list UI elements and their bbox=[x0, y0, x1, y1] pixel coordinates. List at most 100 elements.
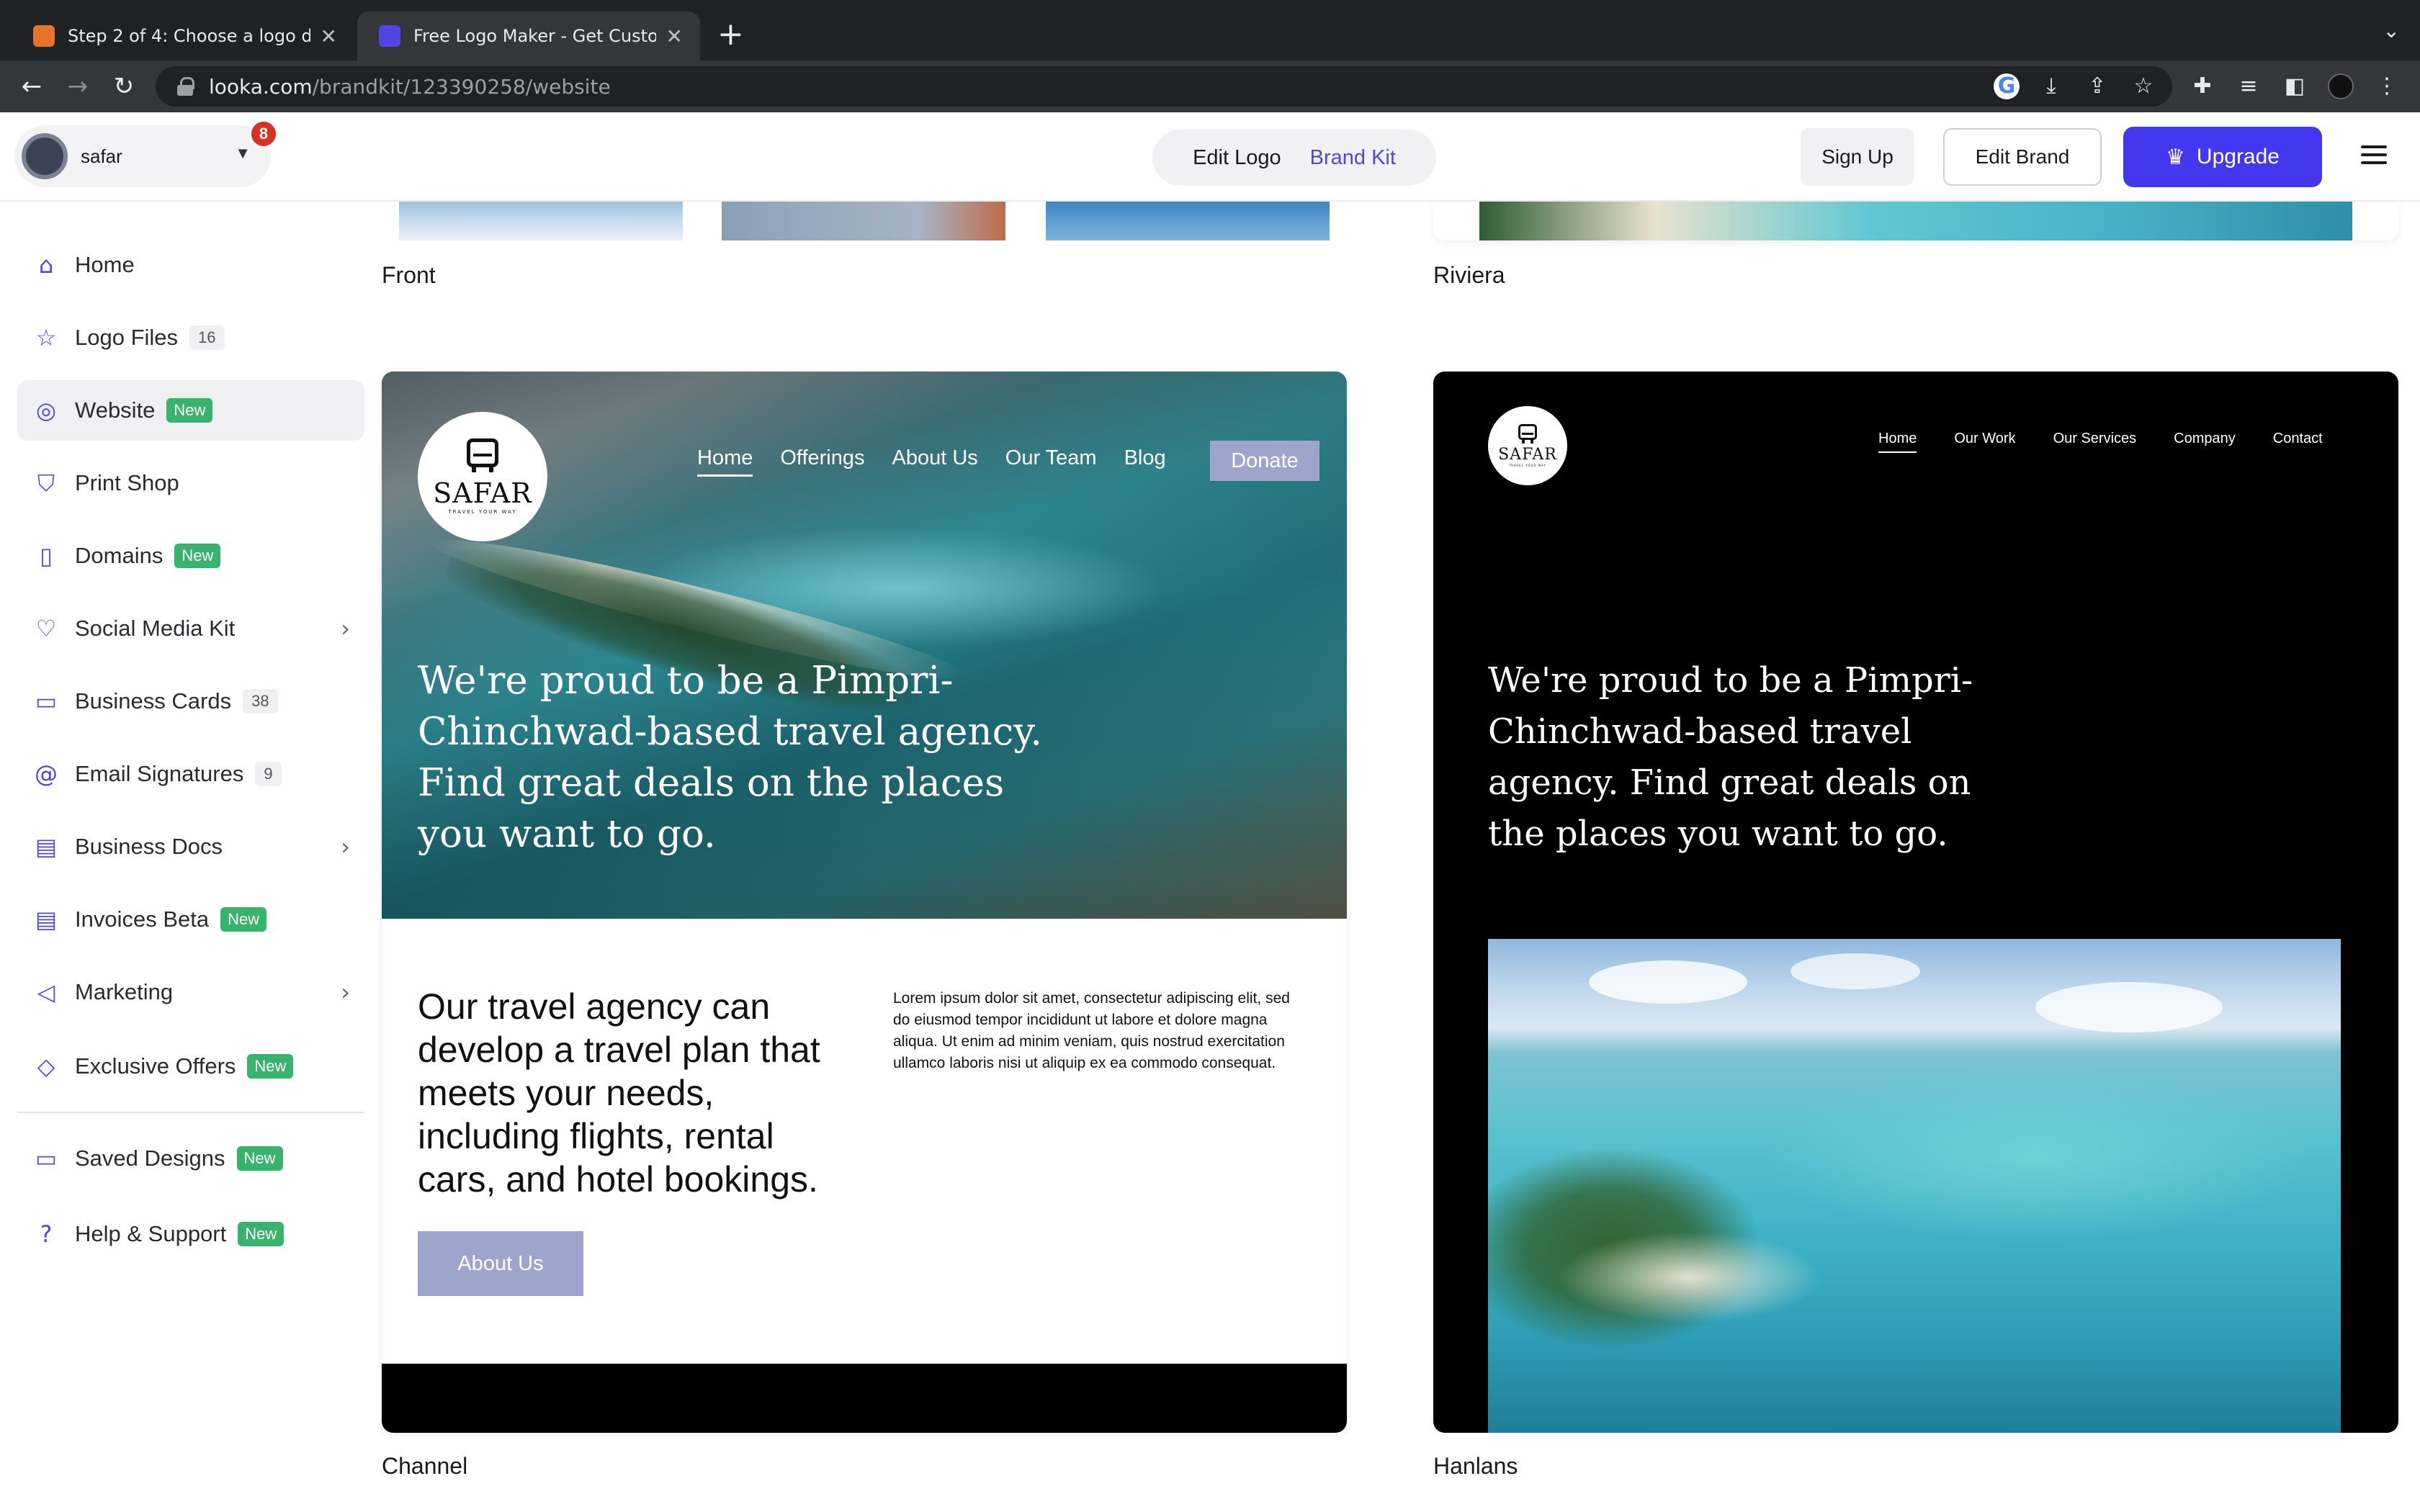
channel-template-preview[interactable]: SAFAR TRAVEL YOUR WAY Home Offerings Abo… bbox=[382, 372, 1347, 1433]
browser-tab-strip: Step 2 of 4: Choose a logo des ✕ Free Lo… bbox=[0, 0, 2420, 60]
forward-arrow-icon[interactable]: → bbox=[60, 69, 95, 104]
mode-switch: Edit Logo Brand Kit bbox=[1152, 130, 1436, 186]
nav-our-team[interactable]: Our Team bbox=[1005, 446, 1097, 477]
sidebar-item-email-signatures[interactable]: @ Email Signatures 9 bbox=[17, 744, 364, 804]
logo-wordmark: SAFAR bbox=[1498, 446, 1557, 464]
close-tab-icon[interactable]: ✕ bbox=[666, 24, 683, 48]
nav-blog[interactable]: Blog bbox=[1124, 446, 1166, 477]
invoice-icon: ▤ bbox=[35, 906, 58, 933]
bookmark-star-icon[interactable]: ☆ bbox=[2130, 73, 2156, 99]
template-caption-channel: Channel bbox=[382, 1453, 468, 1479]
chevron-right-icon: › bbox=[341, 615, 350, 642]
hamburger-menu-icon[interactable] bbox=[2361, 145, 2387, 166]
sidebar-item-saved-designs[interactable]: ▭ Saved Designs New bbox=[17, 1128, 364, 1189]
logo-tagline: TRAVEL YOUR WAY bbox=[448, 509, 517, 515]
brand-avatar bbox=[22, 133, 68, 179]
logo-tagline: TRAVEL YOUR WAY bbox=[1508, 464, 1547, 467]
address-bar[interactable]: looka.com/brandkit/123390258/website bbox=[156, 66, 2172, 107]
edit-logo-tab[interactable]: Edit Logo bbox=[1193, 146, 1281, 170]
safar-logo: SAFAR TRAVEL YOUR WAY bbox=[1488, 406, 1567, 485]
sidebar-item-invoices[interactable]: ▤ Invoices Beta New bbox=[17, 889, 364, 950]
sidebar-item-website[interactable]: ◎ Website New bbox=[17, 380, 364, 441]
sidebar-item-label: Marketing bbox=[75, 979, 174, 1004]
share-icon[interactable]: ⇪ bbox=[2084, 73, 2110, 99]
channel-hero: SAFAR TRAVEL YOUR WAY Home Offerings Abo… bbox=[382, 372, 1347, 919]
back-arrow-icon[interactable]: ← bbox=[14, 69, 49, 104]
new-badge: New bbox=[238, 1222, 284, 1246]
profile-avatar-icon[interactable] bbox=[2328, 73, 2354, 99]
hanlans-template-preview[interactable]: SAFAR TRAVEL YOUR WAY Home Our Work Our … bbox=[1433, 372, 2398, 1433]
upgrade-label: Upgrade bbox=[2196, 145, 2280, 168]
edit-brand-button[interactable]: Edit Brand bbox=[1943, 128, 2102, 186]
nav-our-services[interactable]: Our Services bbox=[2053, 431, 2137, 453]
tag-icon: ◇ bbox=[37, 1053, 55, 1080]
new-tab-icon[interactable]: + bbox=[717, 17, 744, 52]
card-icon: ▭ bbox=[35, 688, 58, 715]
about-us-button[interactable]: About Us bbox=[418, 1231, 583, 1296]
bus-icon bbox=[467, 438, 498, 472]
bookmark-icon: ▯ bbox=[40, 542, 53, 570]
cloud bbox=[1589, 960, 1747, 1004]
nav-contact[interactable]: Contact bbox=[2273, 431, 2323, 453]
sidebar-item-marketing[interactable]: ◁ Marketing › bbox=[17, 962, 364, 1022]
sidebar-item-business-cards[interactable]: ▭ Business Cards 38 bbox=[17, 671, 364, 732]
extensions-puzzle-icon[interactable]: ✚ bbox=[2190, 73, 2215, 99]
nav-home[interactable]: Home bbox=[697, 446, 753, 477]
sidebar-item-help-support[interactable]: ? Help & Support New bbox=[17, 1204, 364, 1264]
nav-about-us[interactable]: About Us bbox=[892, 446, 978, 477]
hero-headline: We're proud to be a Pimpri-Chinchwad-bas… bbox=[1488, 660, 1973, 854]
sidebar: ⌂ Home ☆ Logo Files 16 ◎ Website New ⛉ P… bbox=[0, 203, 375, 1512]
sidebar-item-social-media-kit[interactable]: ♡ Social Media Kit › bbox=[17, 598, 364, 659]
nav-offerings[interactable]: Offerings bbox=[780, 446, 864, 477]
reading-list-icon[interactable]: ≡ bbox=[2236, 73, 2262, 99]
count-badge: 16 bbox=[189, 325, 225, 350]
sidebar-item-label: Home bbox=[75, 252, 135, 277]
channel-lorem-text: Lorem ipsum dolor sit amet, consectetur … bbox=[893, 990, 1290, 1071]
sidebar-item-business-docs[interactable]: ▤ Business Docs › bbox=[17, 816, 364, 877]
tab-search-chevron-icon[interactable]: ⌄ bbox=[2383, 19, 2400, 42]
shirt-icon: ⛉ bbox=[37, 469, 55, 497]
new-badge: New bbox=[236, 1146, 283, 1171]
nav-home[interactable]: Home bbox=[1878, 431, 1917, 453]
new-badge: New bbox=[166, 398, 213, 423]
tab-title: Step 2 of 4: Choose a logo des bbox=[68, 26, 310, 46]
looka-favicon-icon bbox=[33, 25, 55, 47]
sidebar-item-label: Business Docs bbox=[75, 834, 223, 859]
sidebar-item-home[interactable]: ⌂ Home bbox=[17, 235, 364, 295]
count-badge: 9 bbox=[255, 762, 282, 786]
sidebar-item-label: Saved Designs bbox=[75, 1146, 225, 1171]
browser-tab-1[interactable]: Step 2 of 4: Choose a logo des ✕ bbox=[12, 12, 354, 60]
reload-icon[interactable]: ↻ bbox=[107, 69, 141, 104]
sidebar-item-exclusive-offers[interactable]: ◇ Exclusive Offers New bbox=[17, 1036, 364, 1097]
brand-kit-tab[interactable]: Brand Kit bbox=[1310, 146, 1396, 170]
side-panel-icon[interactable]: ◧ bbox=[2282, 73, 2308, 99]
template-caption-hanlans: Hanlans bbox=[1433, 1453, 1518, 1479]
sidebar-divider bbox=[17, 1112, 364, 1113]
browser-menu-icon[interactable]: ⋮ bbox=[2374, 73, 2400, 99]
donate-button[interactable]: Donate bbox=[1210, 441, 1319, 481]
sidebar-item-label: Business Cards bbox=[75, 688, 232, 714]
riviera-template-preview[interactable] bbox=[1433, 202, 2398, 240]
star-icon: ☆ bbox=[35, 324, 57, 351]
browser-toolbar: ← → ↻ looka.com/brandkit/123390258/websi… bbox=[0, 60, 2420, 112]
nav-our-work[interactable]: Our Work bbox=[1954, 431, 2015, 453]
island-photo bbox=[1488, 939, 2341, 1433]
sidebar-item-label: Domains bbox=[75, 543, 163, 568]
nav-company[interactable]: Company bbox=[2174, 431, 2236, 453]
sidebar-item-domains[interactable]: ▯ Domains New bbox=[17, 526, 364, 586]
safar-logo: SAFAR TRAVEL YOUR WAY bbox=[418, 412, 547, 541]
megaphone-icon: ◁ bbox=[37, 978, 55, 1006]
upgrade-button[interactable]: ♛ Upgrade bbox=[2123, 127, 2322, 187]
notification-badge[interactable]: 8 bbox=[249, 120, 278, 148]
brand-selector[interactable]: safar ▼ bbox=[14, 125, 271, 187]
close-tab-icon[interactable]: ✕ bbox=[321, 24, 337, 48]
sign-up-button[interactable]: Sign Up bbox=[1801, 128, 1914, 186]
sidebar-item-print-shop[interactable]: ⛉ Print Shop bbox=[17, 453, 364, 513]
browser-tab-2[interactable]: Free Logo Maker - Get Custom ✕ bbox=[357, 12, 700, 60]
url-host: looka.com bbox=[209, 74, 313, 99]
sidebar-item-label: Social Media Kit bbox=[75, 616, 236, 641]
front-template-preview[interactable] bbox=[382, 202, 1347, 240]
sidebar-item-logo-files[interactable]: ☆ Logo Files 16 bbox=[17, 307, 364, 368]
install-icon[interactable]: ⤓ bbox=[2038, 73, 2064, 99]
google-icon[interactable]: G bbox=[1994, 73, 2020, 99]
